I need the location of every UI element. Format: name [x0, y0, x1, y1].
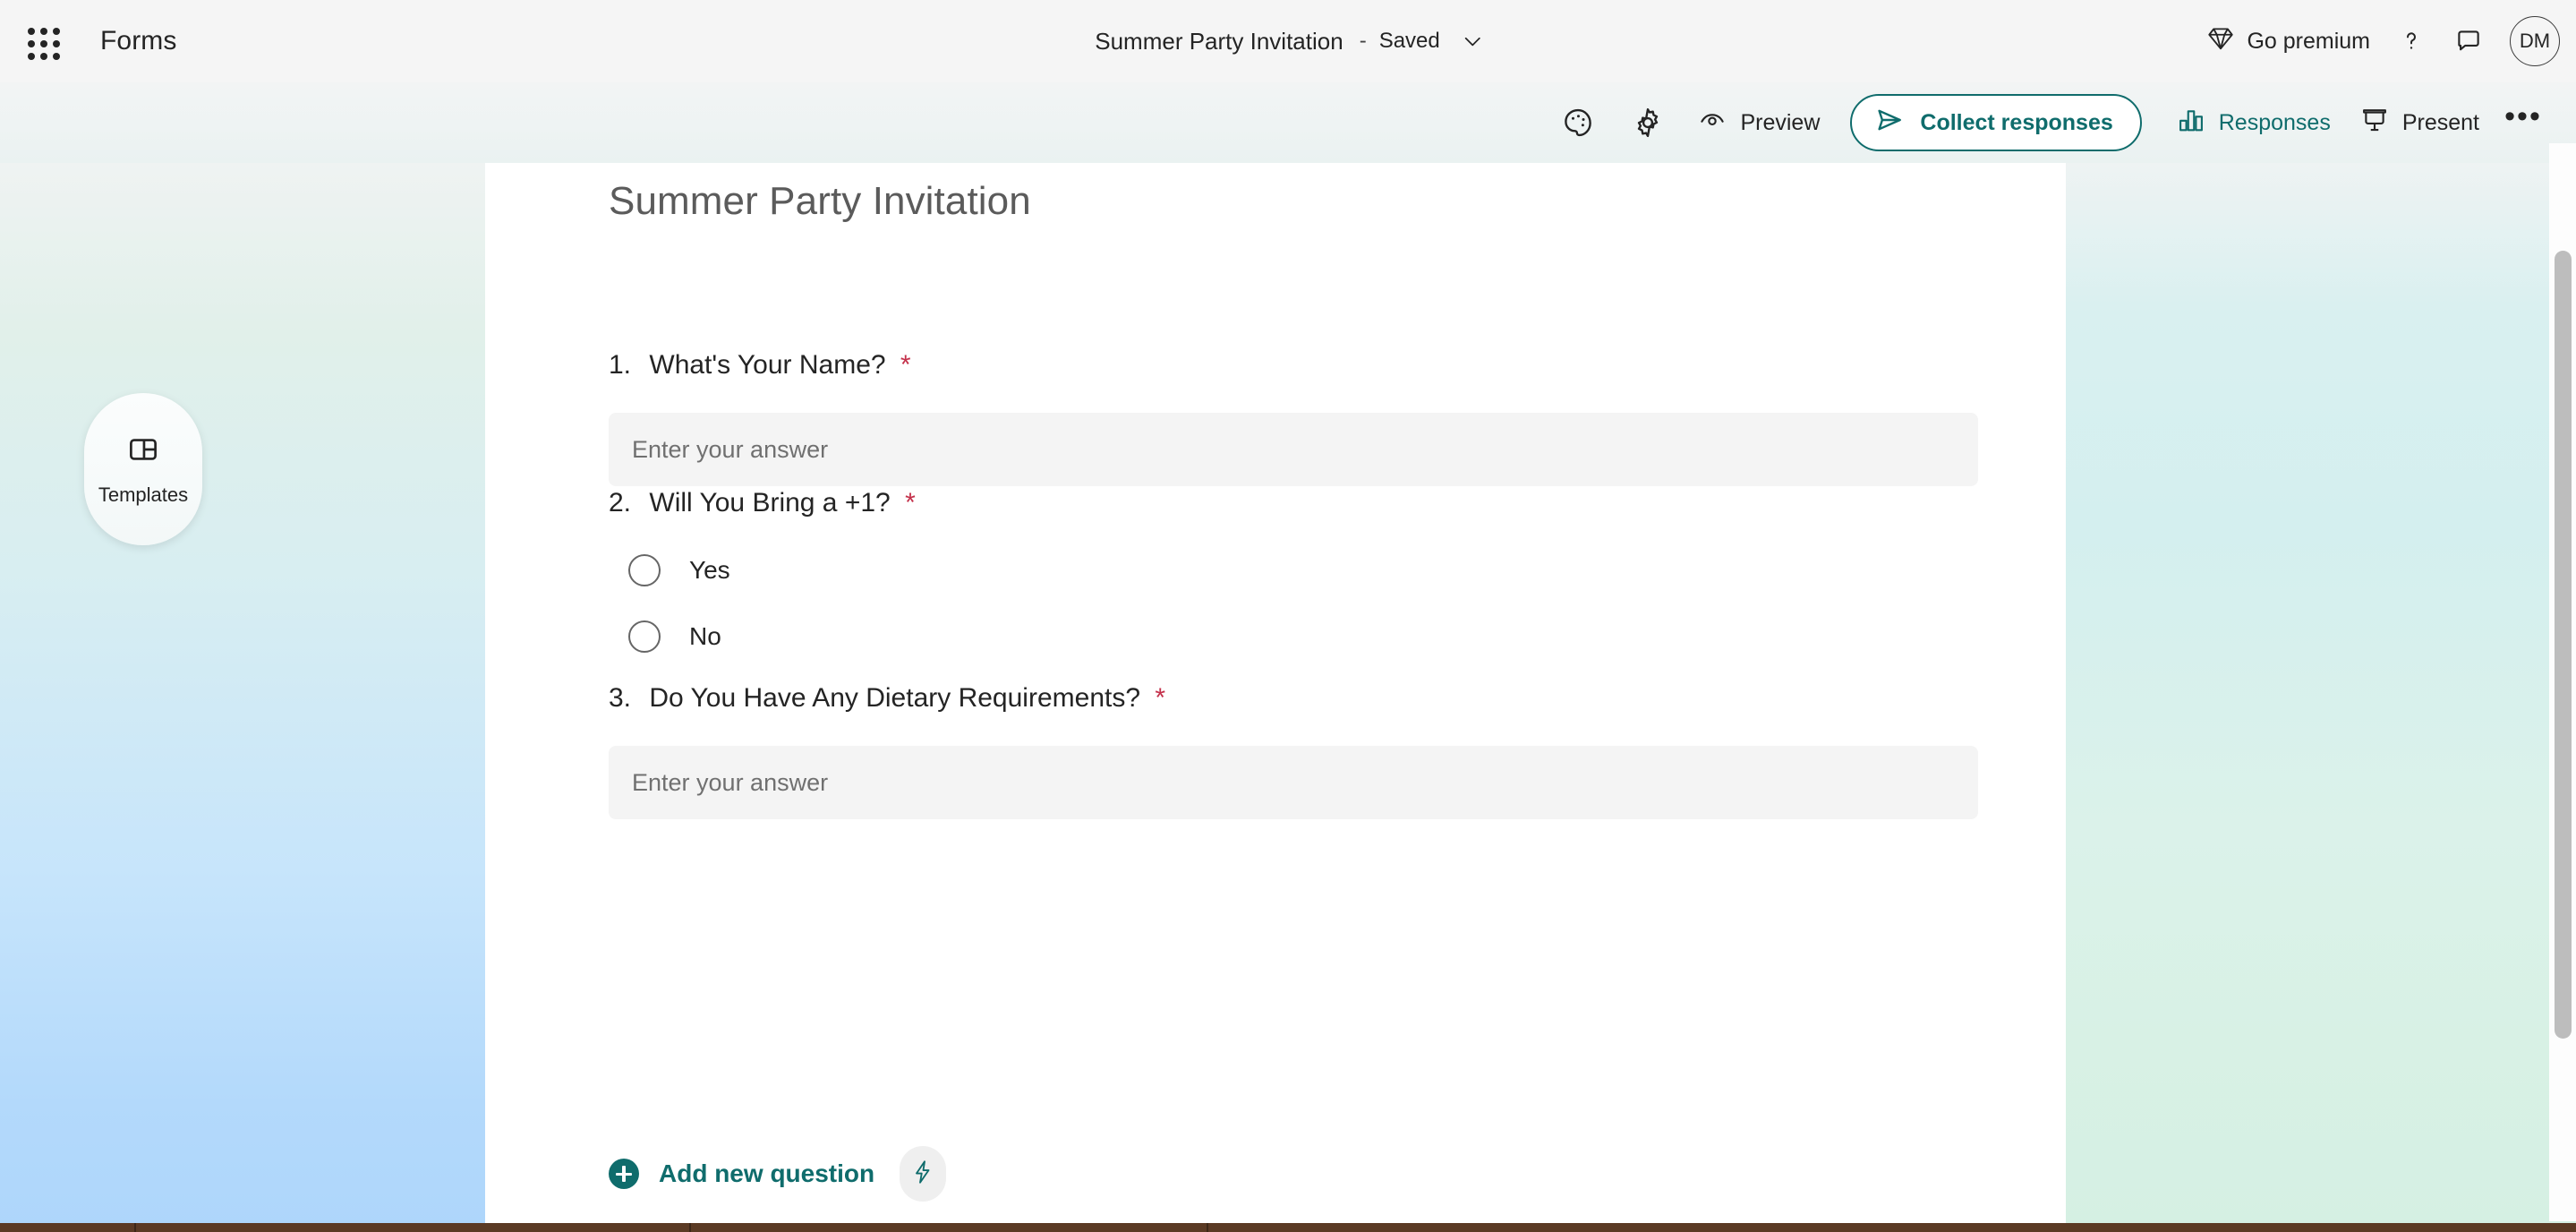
form-card: Summer Party Invitation 1. What's Your N…	[485, 163, 2066, 1225]
send-icon	[1873, 104, 1906, 142]
choice-option-no[interactable]: No	[628, 620, 1978, 653]
question-text: 1. What's Your Name? *	[609, 347, 1978, 382]
required-asterisk: *	[1155, 683, 1166, 713]
question-number: 3.	[609, 683, 632, 713]
grid-dot	[28, 53, 35, 60]
eye-icon	[1697, 105, 1727, 141]
question-item[interactable]: 1. What's Your Name? * Enter your answer	[609, 347, 1978, 486]
document-title[interactable]: Summer Party Invitation	[1091, 22, 1346, 61]
avatar[interactable]: DM	[2510, 16, 2560, 66]
grid-dot	[40, 40, 47, 47]
question-item[interactable]: 2. Will You Bring a +1? * Yes No	[609, 485, 1978, 653]
add-new-question-label: Add new question	[659, 1159, 875, 1187]
grid-dot	[53, 40, 60, 47]
question-number: 2.	[609, 488, 632, 518]
answer-input[interactable]: Enter your answer	[609, 746, 1978, 819]
question-number: 1.	[609, 350, 632, 380]
templates-label: Templates	[98, 483, 189, 506]
browser-chrome-strip	[0, 1223, 2576, 1232]
canvas-background-left	[0, 163, 485, 1232]
grid-dot	[40, 53, 47, 60]
required-asterisk: *	[900, 350, 911, 380]
question-text: 2. Will You Bring a +1? *	[609, 485, 1978, 520]
presentation-screen-icon	[2359, 105, 2390, 141]
answer-input[interactable]: Enter your answer	[609, 413, 1978, 486]
chrome-divider	[134, 1223, 136, 1232]
avatar-initials: DM	[2519, 30, 2551, 52]
chrome-divider	[689, 1223, 691, 1232]
document-title-group: Summer Party Invitation - Saved	[1091, 0, 1485, 82]
diamond-icon	[2205, 23, 2236, 60]
add-new-question-button[interactable]: Add new question	[600, 1146, 883, 1202]
chat-bubble-icon[interactable]	[2440, 14, 2497, 68]
radio-button-icon[interactable]	[628, 554, 661, 586]
question-mark-icon[interactable]	[2383, 14, 2440, 68]
go-premium-label: Go premium	[2247, 28, 2370, 54]
grid-dot	[53, 28, 60, 35]
page-title[interactable]: Summer Party Invitation	[609, 179, 1031, 224]
grid-dot	[28, 40, 35, 47]
app-launcher-grid-icon[interactable]	[20, 20, 63, 63]
question-label: Do You Have Any Dietary Requirements?	[649, 683, 1141, 713]
layout-panels-icon	[126, 432, 160, 471]
choice-label: No	[689, 622, 721, 650]
collect-responses-label: Collect responses	[1920, 109, 2113, 135]
radio-button-icon[interactable]	[628, 620, 661, 653]
answer-placeholder: Enter your answer	[632, 768, 829, 796]
add-question-row: Add new question	[600, 1146, 947, 1202]
plus-circle-icon	[609, 1159, 639, 1189]
title-separator: -	[1359, 29, 1367, 53]
responses-label: Responses	[2218, 109, 2331, 135]
question-item[interactable]: 3. Do You Have Any Dietary Requirements?…	[609, 680, 1978, 819]
present-button[interactable]: Present	[2345, 95, 2494, 150]
templates-button[interactable]: Templates	[84, 393, 202, 545]
responses-tab[interactable]: Responses	[2162, 95, 2345, 150]
chevron-down-icon[interactable]	[1460, 29, 1485, 54]
forms-app-window: Forms Summer Party Invitation - Saved Go…	[0, 0, 2576, 1232]
preview-label: Preview	[1740, 109, 1821, 135]
gear-icon[interactable]	[1616, 95, 1679, 150]
question-label: What's Your Name?	[649, 350, 886, 380]
present-label: Present	[2401, 109, 2479, 135]
grid-dot	[40, 28, 47, 35]
command-toolbar: Preview Collect responses Responses Pres…	[0, 82, 2576, 163]
app-name-forms[interactable]: Forms	[100, 0, 177, 82]
header-actions: Go premium DM	[2193, 0, 2560, 82]
scrollbar-thumb[interactable]	[2555, 251, 2572, 1039]
more-options-button[interactable]: •••	[2494, 95, 2553, 150]
save-status-label: Saved	[1378, 29, 1440, 53]
top-header-bar: Forms Summer Party Invitation - Saved Go…	[0, 0, 2576, 82]
ai-suggest-button[interactable]	[900, 1146, 947, 1202]
preview-button[interactable]: Preview	[1683, 95, 1834, 150]
question-label: Will You Bring a +1?	[649, 488, 891, 518]
choice-label: Yes	[689, 556, 730, 584]
grid-dot	[28, 28, 35, 35]
bar-chart-icon	[2176, 105, 2206, 141]
collect-responses-button[interactable]: Collect responses	[1850, 94, 2142, 151]
lightning-bolt-icon	[909, 1159, 936, 1190]
canvas-background-right	[2066, 163, 2576, 1232]
choice-option-yes[interactable]: Yes	[628, 554, 1978, 586]
required-asterisk: *	[905, 488, 916, 518]
grid-dot	[53, 53, 60, 60]
question-text: 3. Do You Have Any Dietary Requirements?…	[609, 680, 1978, 715]
go-premium-button[interactable]: Go premium	[2193, 16, 2383, 66]
palette-icon[interactable]	[1547, 95, 1609, 150]
vertical-scrollbar[interactable]	[2549, 143, 2576, 1221]
chrome-divider	[1207, 1223, 1208, 1232]
answer-placeholder: Enter your answer	[632, 435, 829, 463]
